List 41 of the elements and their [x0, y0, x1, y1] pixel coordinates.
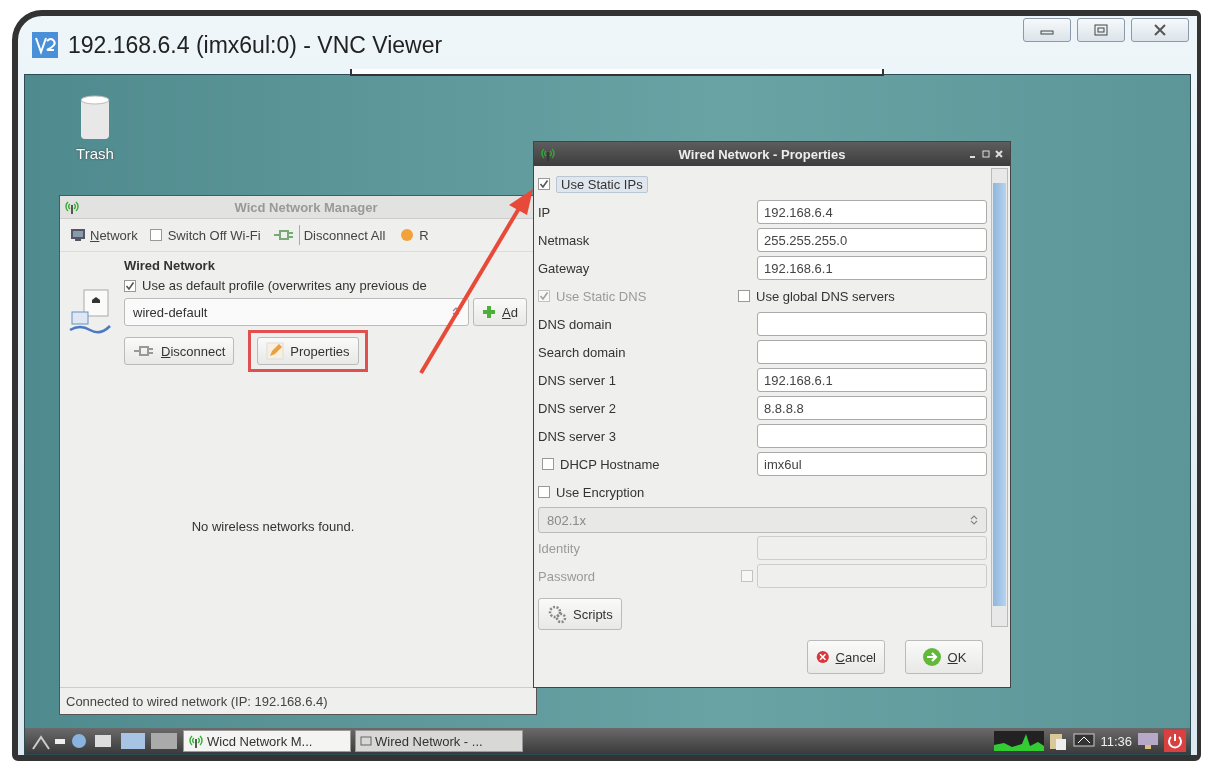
profile-select[interactable]: wired-default [124, 298, 469, 326]
field-label: Search domain [538, 344, 627, 360]
input-field[interactable]: 192.168.6.1 [757, 256, 987, 280]
taskbar-task[interactable]: Wired Network - ... [355, 730, 523, 752]
checkbox-label[interactable]: DHCP Hostname [560, 456, 660, 472]
field-label: DNS server 3 [538, 428, 618, 444]
switch-label[interactable]: Switch Off Wi-Fi [167, 227, 261, 243]
disconnect-button[interactable]: Disconnect [124, 337, 235, 365]
dialog-title: Wired Network - Properties [677, 146, 847, 162]
window-title: 192.168.6.4 (imx6ul:0) - VNC Viewer [68, 31, 443, 59]
checkbox-label[interactable]: Use Encryption [556, 484, 645, 500]
field-label: Gateway [538, 260, 591, 276]
clock[interactable]: 11:36 [1100, 733, 1132, 749]
toolbar-button[interactable]: Network [68, 225, 140, 245]
checkbox-label[interactable]: Use as default profile (overwrites any previous de [142, 278, 427, 293]
desktop-icon-label[interactable]: Trash [76, 145, 114, 162]
input-field[interactable]: 255.255.255.0 [757, 228, 987, 252]
input-field[interactable]: 192.168.6.4 [757, 200, 987, 224]
section-heading: Wired Network [124, 258, 216, 273]
toolbar-button[interactable]: Disconnect All [270, 223, 388, 247]
status-text: Connected to wired network (IP: 192.168.6.4) [66, 693, 328, 709]
toolbar-button[interactable]: R [397, 225, 431, 245]
properties-button[interactable]: Properties [257, 337, 359, 365]
input-field[interactable]: 192.168.6.1 [757, 368, 987, 392]
field-label: IP [538, 204, 552, 220]
add-button[interactable]: Ad [473, 298, 527, 326]
field-label: DNS server 1 [538, 372, 618, 388]
field-label: DNS server 2 [538, 400, 618, 416]
field-label: Netmask [538, 232, 591, 248]
field-label: Password [538, 568, 597, 584]
scripts-button[interactable]: Scripts [538, 598, 622, 630]
field-label: Identity [538, 540, 581, 556]
field-label: DNS domain [538, 316, 613, 332]
dialog-title: Wicd Network Manager [233, 199, 379, 215]
empty-message: No wireless networks found. [191, 518, 355, 534]
input-field[interactable]: imx6ul [757, 452, 987, 476]
cancel-button[interactable]: Cancel [807, 640, 885, 674]
input-field[interactable]: 8.8.8.8 [757, 396, 987, 420]
taskbar-task[interactable]: Wicd Network M... [183, 730, 351, 752]
ok-button[interactable]: OK [905, 640, 983, 674]
checkbox-label[interactable]: Use Static IPs [556, 175, 648, 193]
